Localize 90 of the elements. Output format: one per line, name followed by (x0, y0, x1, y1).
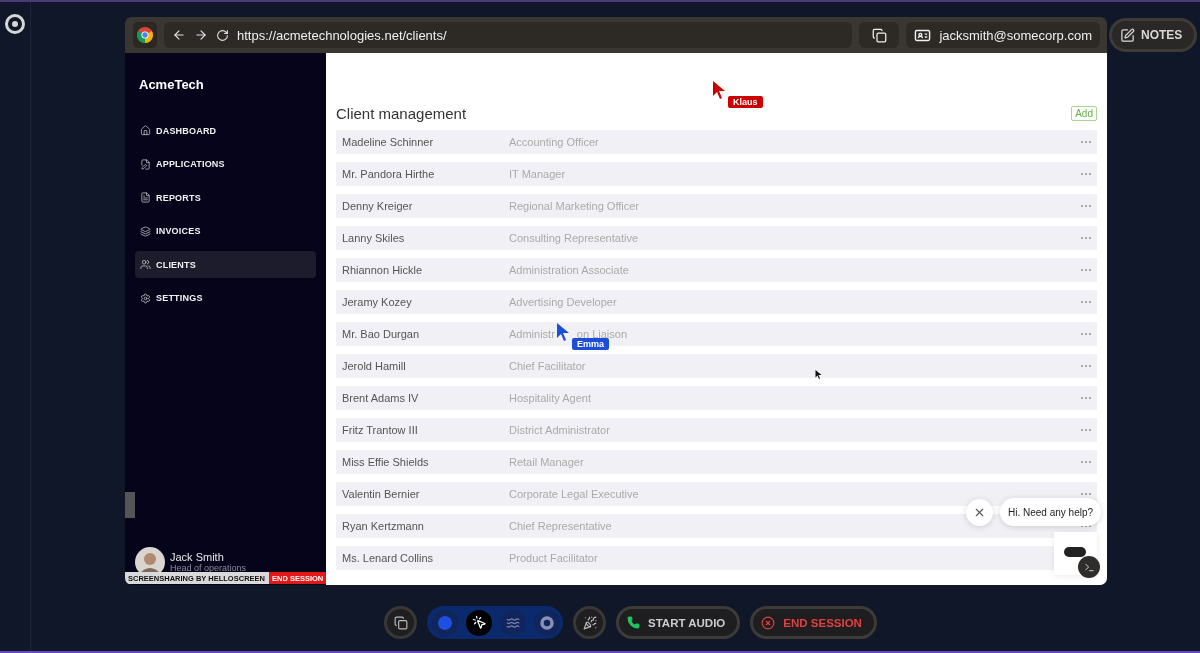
client-name: Ms. Lenard Collins (342, 552, 435, 564)
client-name: Valentin Bernier (342, 488, 421, 500)
client-role: Advertising Developer (509, 296, 617, 308)
terminal-icon (1083, 561, 1095, 573)
client-name: Lanny Skiles (342, 232, 406, 244)
notes-button[interactable]: NOTES (1109, 18, 1198, 52)
user-name: Jack Smith (170, 551, 225, 563)
sidebar-item[interactable]: SETTINGS (135, 284, 316, 312)
client-role: Retail Manager (509, 456, 584, 468)
sidebar-item[interactable]: CLIENTS (135, 251, 316, 278)
party-popper-icon (582, 615, 597, 630)
cursor-icon (815, 369, 822, 380)
client-row[interactable]: Jeramy Kozey Advertising Developer (336, 290, 1097, 314)
user-role: Head of operations (170, 563, 247, 573)
client-row[interactable]: Fritz Trantow III District Administrator (336, 418, 1097, 442)
sidebar-item[interactable]: REPORTS (135, 184, 316, 211)
client-row[interactable]: Mr. Pandora Hirthe IT Manager (336, 162, 1097, 186)
chat-dialog[interactable] (1054, 532, 1097, 575)
client-name: Rhiannon Hickle (342, 264, 424, 276)
ring-icon (540, 615, 554, 630)
client-name: Jerold Hamill (342, 360, 407, 372)
client-row[interactable]: Valentin Bernier Corporate Legal Executive (336, 482, 1097, 506)
people-icon (140, 259, 151, 270)
client-role: Administr (509, 328, 555, 340)
terminal-button[interactable] (1078, 556, 1100, 578)
page-title: Client management (336, 105, 467, 122)
client-row[interactable]: Miss Effie Shields Retail Manager (336, 450, 1097, 474)
stack-icon (140, 225, 151, 237)
close-icon (973, 506, 986, 519)
client-name: Mr. Pandora Hirthe (342, 168, 436, 180)
url-text: https://acmetechnologies.net/clients/ (237, 27, 447, 43)
client-name: Mr. Bao Durgan (342, 328, 421, 340)
download-button[interactable] (859, 22, 900, 48)
browser-logo-icon (137, 27, 153, 43)
cursor-label: Emma (572, 338, 609, 350)
client-name: Miss Effie Shields (342, 456, 430, 468)
client-row[interactable]: Rhiannon Hickle Administration Associate (336, 258, 1097, 282)
client-name: Denny Kreiger (342, 200, 414, 212)
cursor-icon (712, 80, 726, 100)
pencil-icon (1120, 27, 1135, 43)
sidebar-item[interactable]: INVOICES (135, 217, 316, 245)
forward-icon[interactable] (194, 28, 208, 42)
reload-icon[interactable] (216, 28, 229, 42)
client-role: District Administrator (509, 424, 610, 436)
cursor-icon (556, 322, 570, 342)
back-icon[interactable] (172, 28, 186, 42)
settings-icon (140, 292, 151, 304)
client-name: Madeline Schinner (342, 136, 435, 148)
client-role: on Liaison (576, 328, 627, 340)
client-name: Ryan Kertzmann (342, 520, 425, 532)
client-name: Jeramy Kozey (342, 296, 413, 308)
account-button[interactable]: jacksmith@somecorp.com (906, 22, 1100, 48)
windows-button[interactable] (384, 606, 417, 639)
home-icon (140, 125, 151, 136)
cursor-label: Klaus (728, 96, 763, 108)
phone-icon (627, 616, 640, 629)
sidebar-item[interactable]: APPLICATIONS (135, 150, 316, 178)
pointer-click-icon (471, 615, 487, 630)
client-row[interactable]: Madeline Schinner Accounting Officer (336, 130, 1097, 154)
target-icon[interactable] (5, 14, 25, 34)
end-session-button[interactable]: END SESSION (750, 606, 877, 639)
squiggle-icon (506, 615, 520, 630)
client-role: Corporate Legal Executive (509, 488, 639, 500)
client-role: Accounting Officer (509, 136, 599, 148)
client-name: Brent Adams IV (342, 392, 420, 404)
client-role: Chief Facilitator (509, 360, 586, 372)
client-role: Consulting Representative (509, 232, 639, 244)
client-row[interactable]: Denny Kreiger Regional Marketing Officer (336, 194, 1097, 218)
client-role: Hospitality Agent (509, 392, 591, 404)
start-audio-button[interactable]: START AUDIO (616, 606, 741, 639)
client-role: Product Facilitator (509, 552, 598, 564)
client-role: Regional Marketing Officer (509, 200, 640, 212)
chat-message: Hi. Need any help? (1000, 498, 1102, 526)
client-role: Administration Associate (509, 264, 629, 276)
client-role: IT Manager (509, 168, 566, 180)
brand-name: AcmeTech (138, 77, 205, 92)
client-row[interactable]: Jerold Hamill Chief Facilitator (336, 354, 1097, 378)
sidebar-item[interactable]: DASHBOARD (135, 117, 316, 144)
client-row[interactable]: Brent Adams IV Hospitality Agent (336, 386, 1097, 410)
windows-icon (393, 615, 408, 630)
dot-icon (438, 615, 452, 630)
client-role: Chief Representative (509, 520, 612, 532)
close-circle-icon (761, 615, 776, 630)
address-bar[interactable]: https://acmetechnologies.net/clients/ (164, 22, 853, 48)
file-edit-icon (140, 158, 151, 170)
confetti-button[interactable] (573, 606, 606, 639)
client-name: Fritz Trantow III (342, 424, 419, 436)
tool-button[interactable] (466, 609, 492, 636)
client-row[interactable]: Lanny Skiles Consulting Representative (336, 226, 1097, 250)
document-icon (140, 192, 151, 203)
